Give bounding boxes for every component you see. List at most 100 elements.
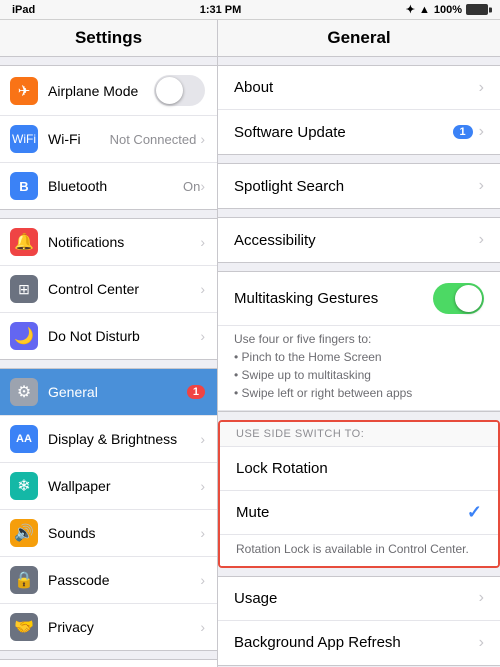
sidebar-section-network: ✈ Airplane Mode WiFi Wi-Fi Not Connected… [0, 65, 217, 210]
software-update-chevron: › [479, 123, 484, 141]
side-switch-lock-rotation[interactable]: Lock Rotation [220, 447, 498, 491]
general-badge: 1 [187, 385, 205, 399]
accessibility-label: Accessibility [234, 232, 479, 249]
mute-checkmark: ✓ [467, 502, 482, 523]
spotlight-label: Spotlight Search [234, 178, 479, 195]
side-switch-section: USE SIDE SWITCH TO: Lock Rotation Mute ✓… [218, 420, 500, 568]
content-item-multitasking[interactable]: Multitasking Gestures [218, 272, 500, 326]
notifications-chevron: › [200, 234, 205, 250]
display-icon: AA [10, 425, 38, 453]
content-section-spotlight: Spotlight Search › [218, 163, 500, 209]
dnd-icon: 🌙 [10, 322, 38, 350]
sidebar-label-dnd: Do Not Disturb [48, 328, 200, 344]
side-switch-wrapper: USE SIDE SWITCH TO: Lock Rotation Mute ✓… [218, 420, 500, 568]
passcode-chevron: › [200, 572, 205, 588]
sidebar-label-airplane: Airplane Mode [48, 83, 154, 99]
sidebar-item-display[interactable]: AA Display & Brightness › [0, 416, 217, 463]
general-icon: ⚙ [10, 378, 38, 406]
sidebar-item-wallpaper[interactable]: ❄ Wallpaper › [0, 463, 217, 510]
content-pane: General About › Software Update 1 › Spot… [218, 20, 500, 667]
usage-chevron: › [479, 589, 484, 607]
background-app-refresh-chevron: › [479, 634, 484, 652]
status-time: 1:31 PM [200, 4, 242, 16]
dnd-chevron: › [200, 328, 205, 344]
lock-rotation-label: Lock Rotation [236, 460, 482, 477]
status-ipad: iPad [12, 4, 35, 16]
content-section-accessibility: Accessibility › [218, 217, 500, 263]
sidebar-item-general[interactable]: ⚙ General 1 [0, 369, 217, 416]
sidebar-label-wallpaper: Wallpaper [48, 478, 200, 494]
side-switch-note: Rotation Lock is available in Control Ce… [220, 535, 498, 566]
sounds-icon: 🔊 [10, 519, 38, 547]
bluetooth-status: ✦ [406, 3, 415, 16]
airplane-toggle[interactable] [154, 75, 205, 106]
software-update-badge: 1 [453, 125, 473, 139]
sidebar-item-notifications[interactable]: 🔔 Notifications › [0, 219, 217, 266]
sidebar-item-sounds[interactable]: 🔊 Sounds › [0, 510, 217, 557]
usage-label: Usage [234, 590, 479, 607]
passcode-icon: 🔒 [10, 566, 38, 594]
bluetooth-icon: B [10, 172, 38, 200]
notifications-icon: 🔔 [10, 228, 38, 256]
wallpaper-chevron: › [200, 478, 205, 494]
sidebar-title: Settings [0, 20, 217, 57]
background-app-refresh-label: Background App Refresh [234, 634, 479, 651]
sidebar-label-general: General [48, 384, 187, 400]
sidebar-label-sounds: Sounds [48, 525, 200, 541]
bluetooth-value: On [183, 179, 200, 194]
sidebar-label-notifications: Notifications [48, 234, 200, 250]
mute-label: Mute [236, 504, 467, 521]
side-switch-mute[interactable]: Mute ✓ [220, 491, 498, 535]
bluetooth-chevron: › [200, 178, 205, 194]
multitasking-label: Multitasking Gestures [234, 290, 433, 307]
control-center-icon: ⊞ [10, 275, 38, 303]
wifi-value: Not Connected [110, 132, 197, 147]
control-center-chevron: › [200, 281, 205, 297]
sidebar-label-wifi: Wi-Fi [48, 131, 110, 147]
sidebar-section-system: 🔔 Notifications › ⊞ Control Center › 🌙 D… [0, 218, 217, 360]
sidebar-item-icloud[interactable]: ☁ iCloud › [0, 660, 217, 667]
sidebar-item-control-center[interactable]: ⊞ Control Center › [0, 266, 217, 313]
side-switch-header: USE SIDE SWITCH TO: [220, 422, 498, 447]
content-title: General [218, 20, 500, 57]
sidebar-section-cloud: ☁ iCloud › ♪ iTunes & App Store › [0, 659, 217, 667]
sidebar: Settings ✈ Airplane Mode WiFi Wi-Fi Not … [0, 20, 218, 667]
multitasking-info: Use four or five fingers to: • Pinch to … [218, 326, 500, 411]
wallpaper-icon: ❄ [10, 472, 38, 500]
sidebar-label-display: Display & Brightness [48, 431, 200, 447]
privacy-icon: 🤝 [10, 613, 38, 641]
sidebar-item-airplane[interactable]: ✈ Airplane Mode [0, 66, 217, 116]
sidebar-item-wifi[interactable]: WiFi Wi-Fi Not Connected › [0, 116, 217, 163]
sidebar-label-privacy: Privacy [48, 619, 200, 635]
sidebar-label-passcode: Passcode [48, 572, 200, 588]
sidebar-item-passcode[interactable]: 🔒 Passcode › [0, 557, 217, 604]
sidebar-label-bluetooth: Bluetooth [48, 178, 183, 194]
content-item-about[interactable]: About › [218, 66, 500, 110]
accessibility-chevron: › [479, 231, 484, 249]
content-item-usage[interactable]: Usage › [218, 577, 500, 621]
wifi-chevron: › [200, 131, 205, 147]
privacy-chevron: › [200, 619, 205, 635]
about-label: About [234, 79, 479, 96]
content-section-multitasking: Multitasking Gestures Use four or five f… [218, 271, 500, 412]
battery-percent: 100% [434, 4, 462, 16]
wifi-status: ▲ [419, 4, 430, 16]
sounds-chevron: › [200, 525, 205, 541]
content-item-spotlight[interactable]: Spotlight Search › [218, 164, 500, 208]
sidebar-item-bluetooth[interactable]: B Bluetooth On › [0, 163, 217, 209]
airplane-icon: ✈ [10, 77, 38, 105]
about-chevron: › [479, 79, 484, 97]
display-chevron: › [200, 431, 205, 447]
content-section-usage: Usage › Background App Refresh › [218, 576, 500, 666]
software-update-label: Software Update [234, 124, 453, 141]
sidebar-item-privacy[interactable]: 🤝 Privacy › [0, 604, 217, 650]
sidebar-item-dnd[interactable]: 🌙 Do Not Disturb › [0, 313, 217, 359]
status-bar: iPad 1:31 PM ✦ ▲ 100% [0, 0, 500, 20]
main-container: Settings ✈ Airplane Mode WiFi Wi-Fi Not … [0, 20, 500, 667]
content-item-background-app-refresh[interactable]: Background App Refresh › [218, 621, 500, 665]
content-section-about: About › Software Update 1 › [218, 65, 500, 155]
content-item-accessibility[interactable]: Accessibility › [218, 218, 500, 262]
wifi-icon: WiFi [10, 125, 38, 153]
multitasking-toggle[interactable] [433, 283, 484, 314]
content-item-software-update[interactable]: Software Update 1 › [218, 110, 500, 154]
